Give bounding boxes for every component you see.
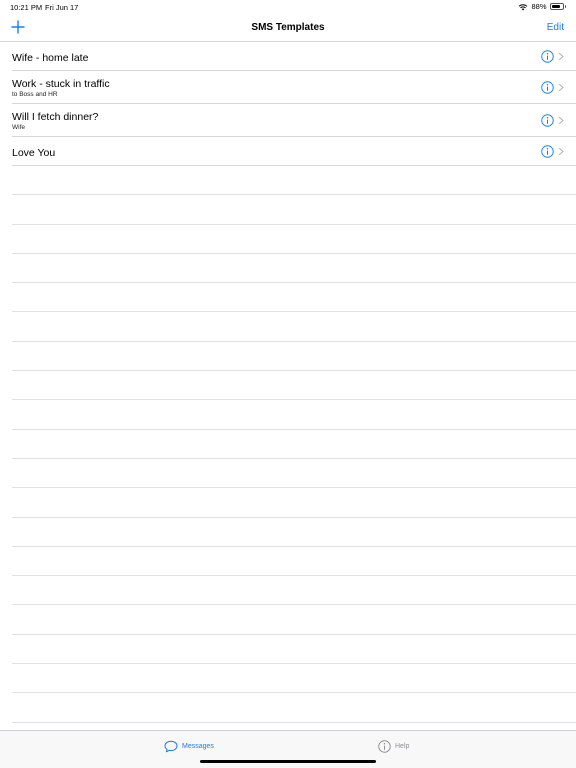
empty-row <box>12 312 576 342</box>
battery-fill <box>551 5 561 8</box>
empty-row <box>12 576 576 606</box>
list-item[interactable]: Will I fetch dinner? Wife <box>12 104 576 137</box>
template-title: Will I fetch dinner? <box>12 111 99 123</box>
status-date: Fri Jun 17 <box>45 3 79 12</box>
list-item[interactable]: Love You <box>12 137 576 166</box>
tab-help-label: Help <box>395 743 410 750</box>
info-icon[interactable] <box>541 81 554 94</box>
empty-row <box>12 342 576 372</box>
info-icon[interactable] <box>541 145 554 158</box>
tab-help[interactable]: Help <box>378 740 409 753</box>
empty-list-area <box>0 166 576 723</box>
empty-row <box>12 371 576 401</box>
status-time: 10:21 PM <box>10 3 43 12</box>
info-icon[interactable] <box>541 50 554 63</box>
tab-messages-label: Messages <box>182 743 214 750</box>
template-list: Wife - home late Work - stuck in traffic… <box>0 42 576 723</box>
empty-row <box>12 254 576 284</box>
wifi-icon <box>519 3 528 10</box>
chevron-right-icon <box>558 83 564 92</box>
info-icon <box>378 740 391 753</box>
empty-row <box>12 488 576 518</box>
empty-row <box>12 195 576 225</box>
page-title: SMS Templates <box>251 22 325 33</box>
template-title: Love You <box>12 147 56 159</box>
empty-row <box>12 605 576 635</box>
empty-row <box>12 283 576 313</box>
tab-messages[interactable]: Messages <box>164 740 214 753</box>
empty-row <box>12 693 576 723</box>
empty-row <box>12 547 576 577</box>
tab-bar: Messages Help <box>0 730 576 768</box>
empty-row <box>12 459 576 489</box>
empty-row <box>12 225 576 254</box>
empty-row <box>12 166 576 196</box>
empty-row <box>12 635 576 665</box>
template-title: Work - stuck in traffic <box>12 78 110 90</box>
status-indicators: 88% <box>518 2 566 11</box>
empty-row <box>12 664 576 694</box>
empty-row <box>12 430 576 459</box>
home-indicator <box>200 760 376 763</box>
template-title: Wife - home late <box>12 52 89 64</box>
battery-icon <box>549 3 566 10</box>
chat-bubble-icon <box>164 740 178 753</box>
template-recipients: Wife <box>12 124 25 131</box>
battery-percent: 88% <box>531 2 547 11</box>
chevron-right-icon <box>558 147 564 156</box>
info-icon[interactable] <box>541 114 554 127</box>
list-item[interactable]: Work - stuck in traffic to Boss and HR <box>12 71 576 104</box>
chevron-right-icon <box>558 116 564 125</box>
empty-row <box>12 518 576 547</box>
list-item[interactable]: Wife - home late <box>12 42 576 71</box>
status-bar: 10:21 PM Fri Jun 17 88% <box>0 0 576 14</box>
navigation-bar: SMS Templates Edit <box>0 14 576 42</box>
chevron-right-icon <box>558 52 564 61</box>
template-recipients: to Boss and HR <box>12 91 58 98</box>
empty-row <box>12 400 576 430</box>
edit-button[interactable]: Edit <box>547 22 564 33</box>
